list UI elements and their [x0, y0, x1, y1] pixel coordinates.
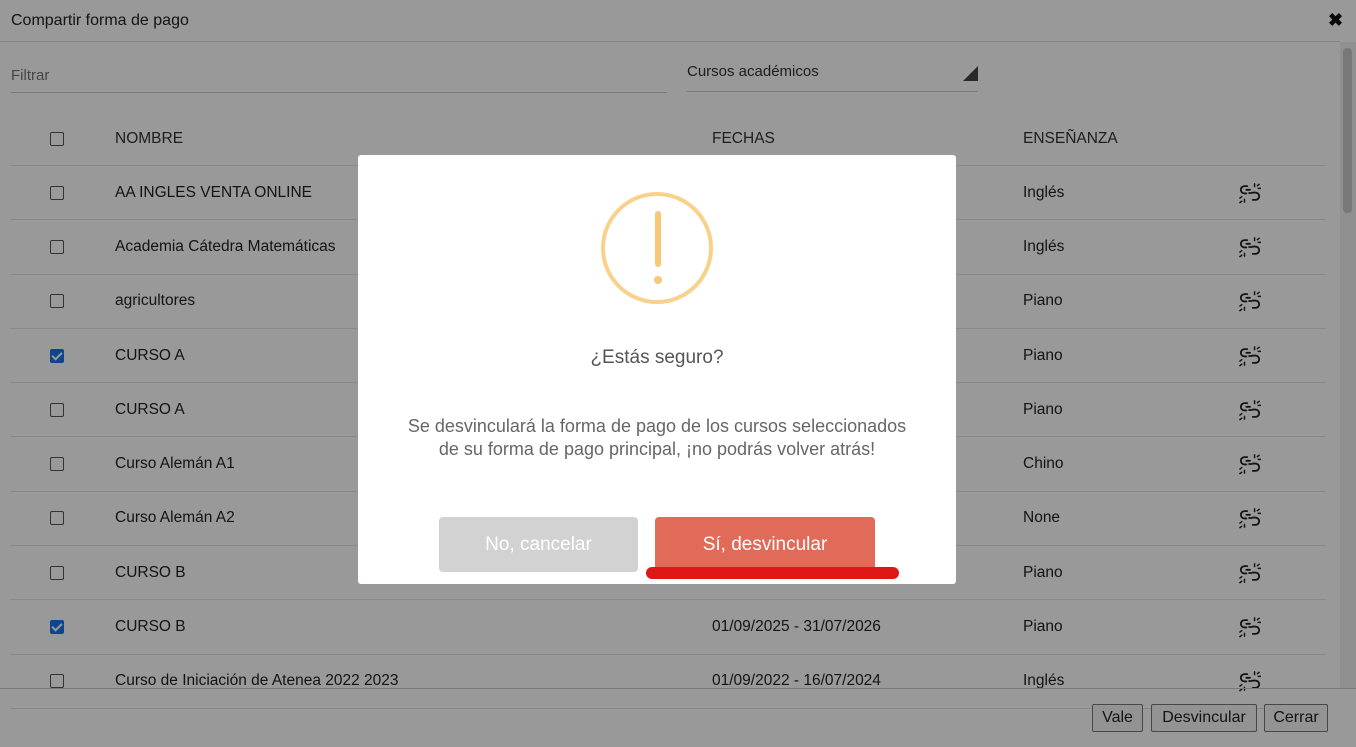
highlight-underline — [646, 567, 899, 579]
confirm-modal: ¿Estás seguro? Se desvinculará la forma … — [358, 155, 956, 584]
warning-icon-dot — [654, 276, 662, 284]
modal-message: Se desvinculará la forma de pago de los … — [407, 416, 907, 459]
warning-icon-bar — [655, 211, 661, 267]
warning-icon — [601, 192, 713, 304]
confirm-unlink-button[interactable]: Sí, desvincular — [655, 517, 875, 572]
cancel-button[interactable]: No, cancelar — [439, 517, 638, 572]
modal-title: ¿Estás seguro? — [590, 347, 724, 368]
